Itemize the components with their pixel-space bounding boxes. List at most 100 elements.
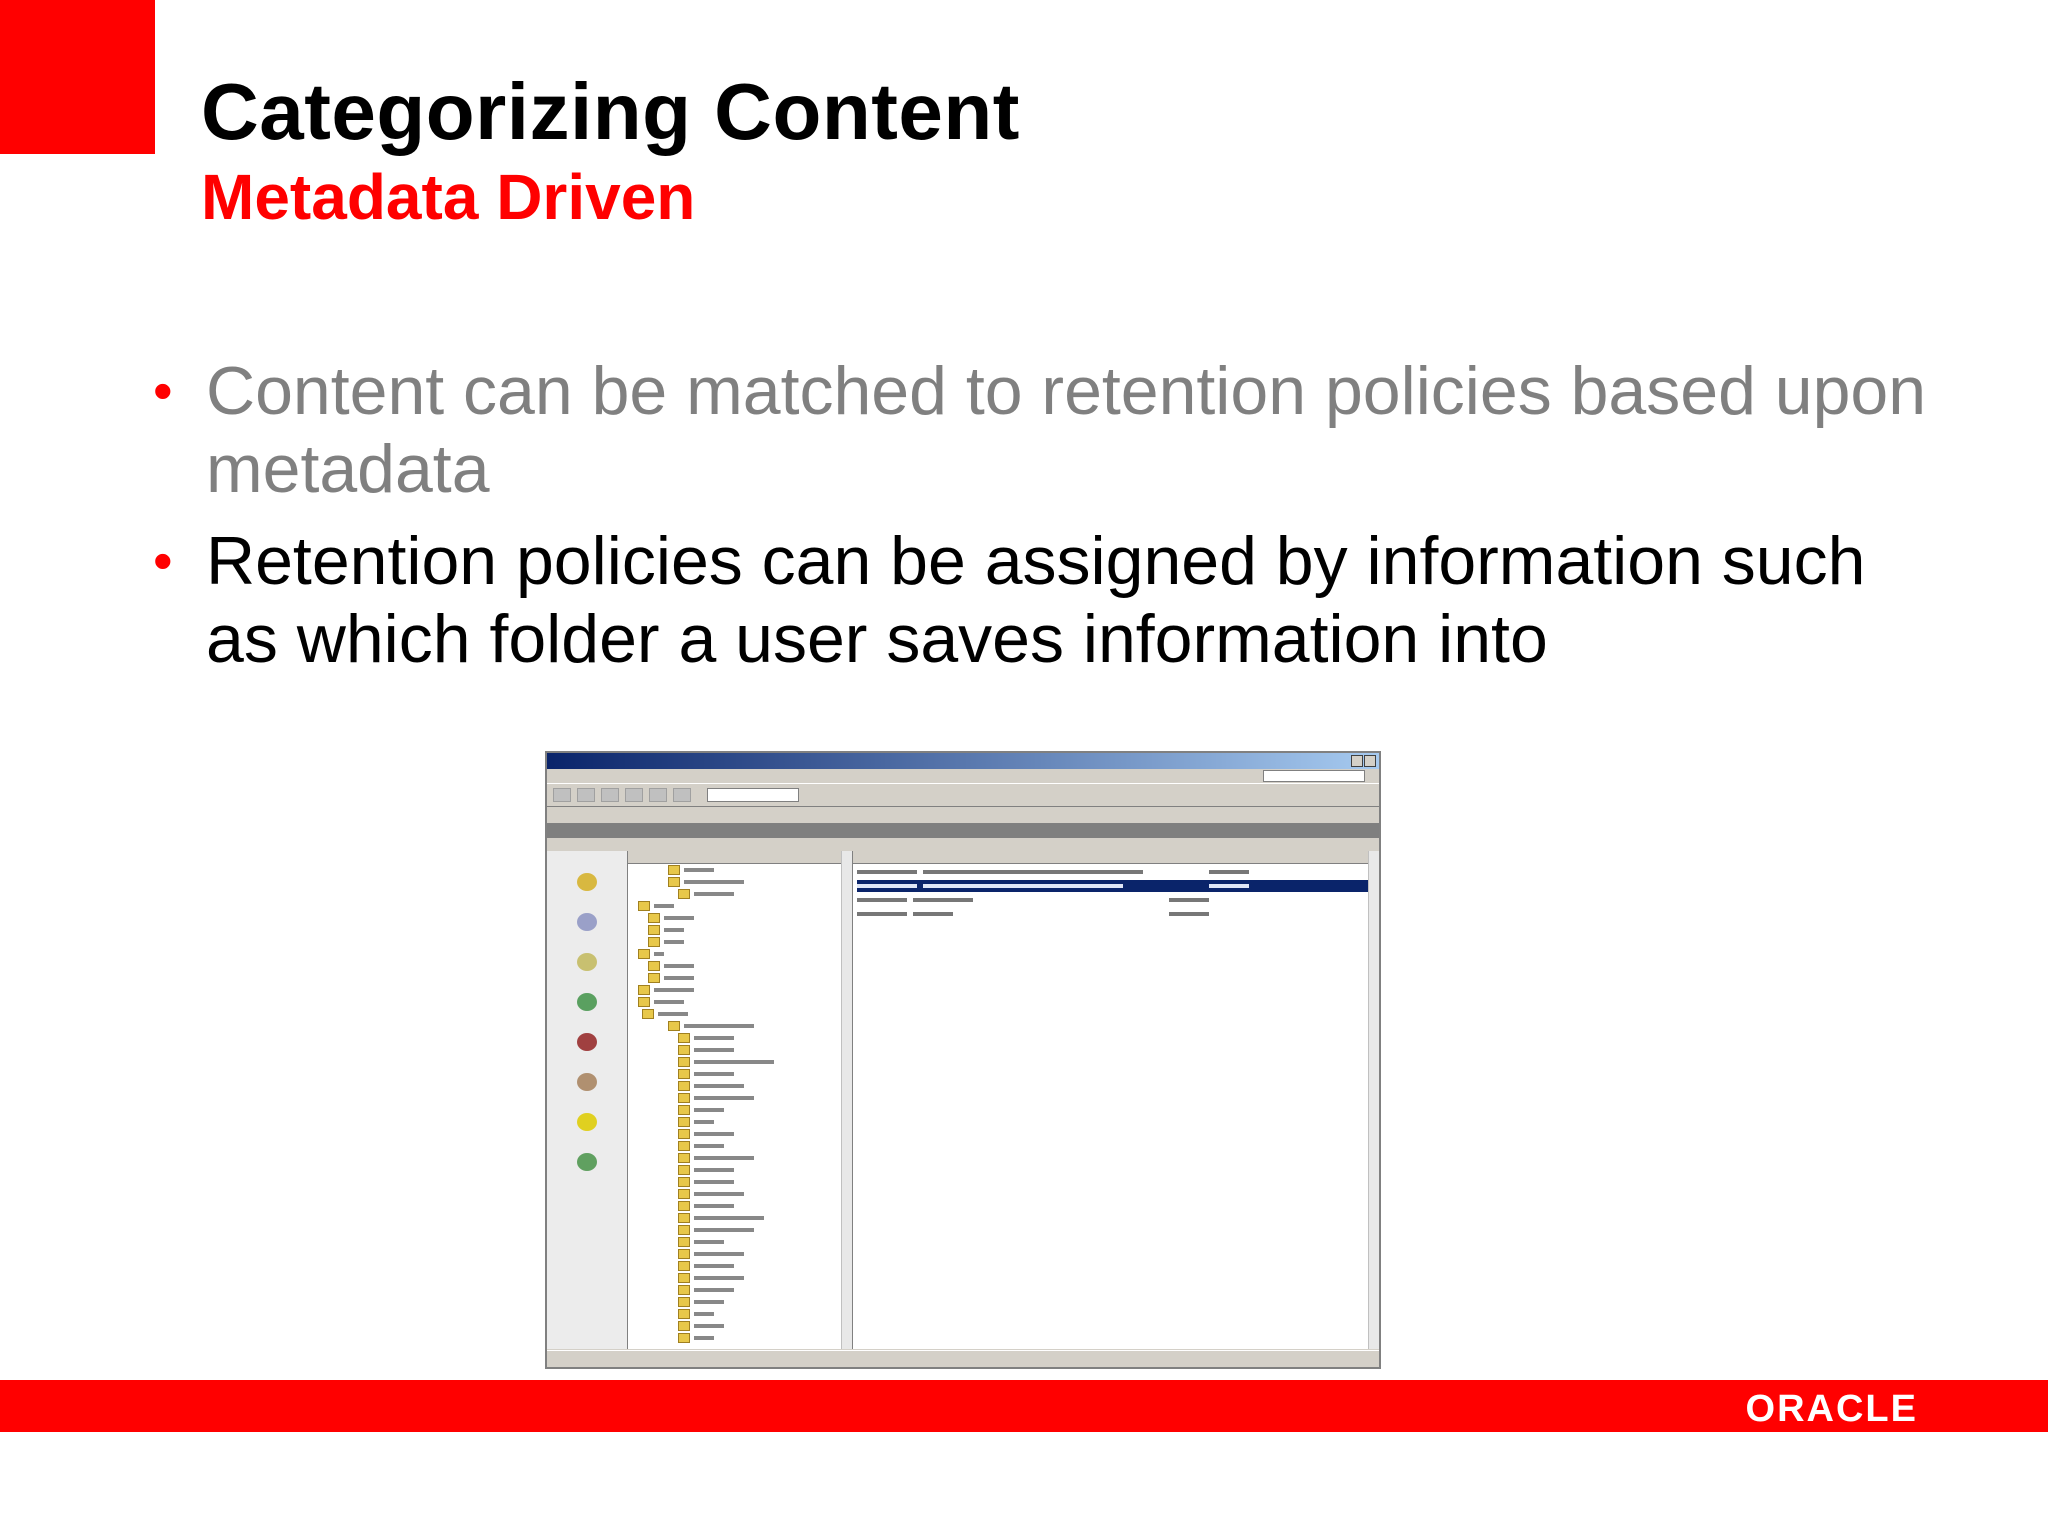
tree-item [628,996,852,1008]
bullet-dot-icon: • [153,529,173,592]
shortcut-icon [577,1113,597,1131]
tree-item [628,1200,852,1212]
tree-item [628,924,852,936]
tree-header [628,851,852,864]
file-row [857,908,1375,920]
screenshot-address-bar [547,807,1379,824]
shortcut-icon [577,1153,597,1171]
tree-item [628,960,852,972]
forward-icon [577,788,595,802]
folder-icon [678,1129,690,1139]
bullet-item-1: • Content can be matched to retention po… [150,352,1950,508]
folder-icon [678,1333,690,1343]
folder-icon [678,1093,690,1103]
tree-item [628,948,852,960]
tree-item [628,1308,852,1320]
folder-icon [638,901,650,911]
tree-item [628,1332,852,1344]
folder-icon [678,1153,690,1163]
tree-item [628,1104,852,1116]
close-icon [1364,755,1376,767]
folder-icon [678,1165,690,1175]
folder-icon [638,949,650,959]
folder-icon [678,1117,690,1127]
shortcut-icon [577,993,597,1011]
tree-item [628,1092,852,1104]
tree-item [628,1212,852,1224]
tree-scrollbar [841,851,852,1349]
folder-icon [678,1297,690,1307]
bullet-item-2: • Retention policies can be assigned by … [150,522,1950,678]
folder-icon [638,997,650,1007]
folder-icon [678,1177,690,1187]
folder-icon [678,1069,690,1079]
screenshot-title-bar [547,753,1379,769]
slide-title: Categorizing Content [201,67,1020,156]
file-row [857,866,1375,878]
screenshot-status-bar [547,1350,1379,1367]
folder-icon [678,889,690,899]
tree-item [628,1032,852,1044]
shortcut-icon [577,1073,597,1091]
folder-icon [642,1009,654,1019]
footer-bar: ORACLE [0,1380,2048,1432]
screenshot-toolbar [547,784,1379,807]
tree-item [628,1128,852,1140]
tree-item [628,900,852,912]
folder-icon [648,973,660,983]
tree-items [628,864,852,1344]
folder-icon [678,1285,690,1295]
folder-icon [668,865,680,875]
search-icon [601,788,619,802]
folder-icon [648,937,660,947]
back-icon [553,788,571,802]
tree-item [628,1008,852,1020]
folder-icon [678,1033,690,1043]
tree-item [628,1152,852,1164]
tree-item [628,1116,852,1128]
tree-item [628,1044,852,1056]
shortcut-icon [577,1033,597,1051]
slide-subtitle: Metadata Driven [201,161,696,233]
bullet-dot-icon: • [153,359,173,422]
tree-item [628,1236,852,1248]
folder-icon [678,1141,690,1151]
tree-item [628,936,852,948]
screenshot-folder-tree [628,851,853,1349]
file-list-scrollbar [1368,851,1379,1349]
screenshot-address-combo [707,788,799,802]
screenshot-file-list [853,851,1379,1349]
tree-item [628,912,852,924]
screenshot-body [547,851,1379,1349]
screenshot-search-box [1263,770,1365,782]
file-list-header [853,851,1379,864]
tree-item [628,1296,852,1308]
tree-item [628,1080,852,1092]
tree-item [628,1188,852,1200]
folder-icon [678,1189,690,1199]
bullet-list: • Content can be matched to retention po… [150,352,1950,692]
folder-icon [678,1309,690,1319]
folder-icon [678,1273,690,1283]
view-icon [673,788,691,802]
embedded-app-screenshot [545,751,1381,1369]
screenshot-pane-header [547,824,1379,838]
folder-icon [625,788,643,802]
bullet-text-2: Retention policies can be assigned by in… [206,523,1866,677]
bullet-text-1: Content can be matched to retention poli… [206,353,1927,507]
screenshot-nav-pane [547,851,628,1349]
tree-item [628,1320,852,1332]
tree-item [628,1272,852,1284]
tree-item [628,864,852,876]
folder-icon [678,1225,690,1235]
tree-item [628,876,852,888]
tree-item [628,1164,852,1176]
folder-icon [678,1237,690,1247]
folder-icon [678,1057,690,1067]
folder-icon [668,1021,680,1031]
shortcut-icon [577,873,597,891]
oracle-logo: ORACLE [1745,1388,1918,1430]
tree-item [628,1140,852,1152]
history-icon [649,788,667,802]
tree-item [628,888,852,900]
